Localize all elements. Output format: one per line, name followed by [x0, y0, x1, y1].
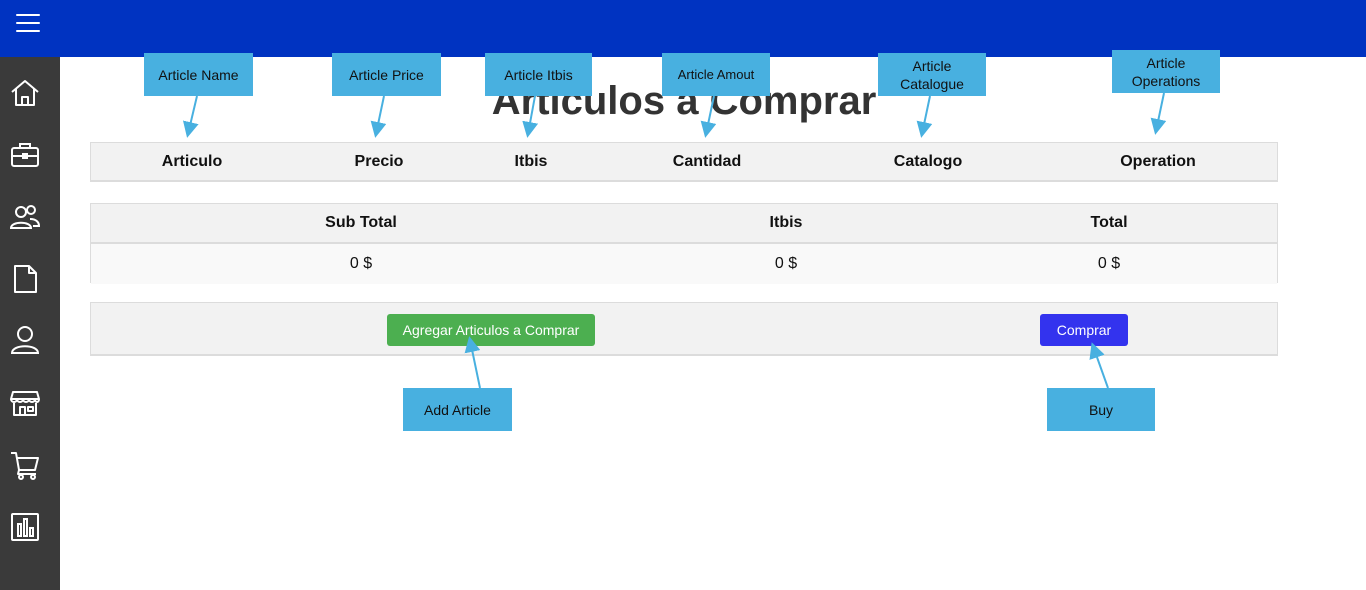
- column-header-catalogo: Catalogo: [893, 153, 963, 170]
- store-icon[interactable]: [9, 387, 41, 419]
- home-icon[interactable]: [9, 77, 41, 109]
- user-icon[interactable]: [9, 324, 41, 356]
- buy-button[interactable]: Comprar: [1040, 314, 1128, 346]
- subtotal-value: 0 $: [349, 255, 373, 272]
- column-header-articulo: Articulo: [161, 153, 223, 170]
- totals-value-row: 0 $ 0 $ 0 $: [91, 244, 1277, 284]
- annotation-article-catalogue: Article Catalogue: [878, 53, 986, 96]
- itbis-header: Itbis: [769, 214, 803, 231]
- itbis-value: 0 $: [774, 255, 798, 272]
- document-icon[interactable]: [9, 263, 41, 295]
- annotation-article-operations: Article Operations: [1112, 50, 1220, 93]
- actions-bar: Agregar Articulos a Comprar Comprar: [90, 302, 1278, 356]
- annotation-article-name: Article Name: [144, 53, 253, 96]
- totals-header-row: Sub Total Itbis Total: [91, 204, 1277, 244]
- column-header-cantidad: Cantidad: [672, 153, 742, 170]
- cart-icon[interactable]: [9, 449, 41, 481]
- column-header-precio: Precio: [354, 153, 404, 170]
- bar-chart-icon[interactable]: [9, 511, 41, 543]
- users-icon[interactable]: [9, 201, 41, 233]
- totals-table: Sub Total Itbis Total 0 $ 0 $ 0 $: [90, 203, 1278, 284]
- annotation-article-price: Article Price: [332, 53, 441, 96]
- column-header-operation: Operation: [1120, 153, 1196, 170]
- column-header-itbis: Itbis: [514, 153, 548, 170]
- add-articles-button[interactable]: Agregar Articulos a Comprar: [387, 314, 595, 346]
- total-value: 0 $: [1097, 255, 1121, 272]
- annotation-article-amount: Article Amout: [662, 53, 770, 96]
- annotation-add-article: Add Article: [403, 388, 512, 431]
- sidebar: [0, 57, 60, 590]
- annotation-buy: Buy: [1047, 388, 1155, 431]
- articles-table-header: Articulo Precio Itbis Cantidad Catalogo …: [90, 142, 1278, 182]
- briefcase-icon[interactable]: [9, 139, 41, 171]
- annotation-article-itbis: Article Itbis: [485, 53, 592, 96]
- hamburger-menu-icon[interactable]: [14, 12, 42, 34]
- main-content: Articulos a Comprar Articulo Precio Itbi…: [60, 57, 1366, 590]
- subtotal-header: Sub Total: [325, 214, 397, 231]
- top-bar: [0, 0, 1366, 57]
- total-header: Total: [1090, 214, 1128, 231]
